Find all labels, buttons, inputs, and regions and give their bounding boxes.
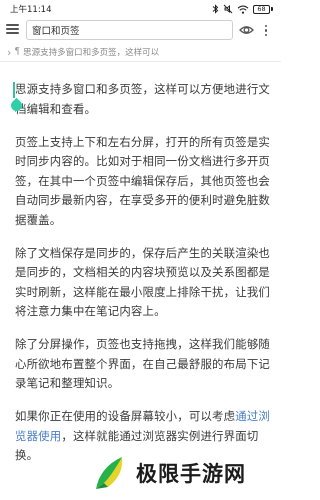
breadcrumb: › ¶ 思源支持多窗口和多页签，这样可以 bbox=[0, 44, 281, 60]
paragraph[interactable]: 思源支持多窗口和多页签，这样可以方便地进行文档编辑和查看。 bbox=[13, 80, 273, 119]
status-time: 上午11:14 bbox=[10, 5, 52, 15]
toolbar bbox=[0, 19, 281, 41]
paragraph[interactable]: 除了分屏操作，页签也支持拖拽，这样我们能够随心所欲地布置整个界面，在自己最舒服的… bbox=[15, 335, 273, 394]
watermark-text: 极限手游网 bbox=[136, 462, 246, 486]
paragraph[interactable]: 页签上支持上下和左右分屏，打开的所有页签是实时同步内容的。比如对于相同一份文档进… bbox=[15, 133, 273, 231]
paragraph[interactable]: 除了文档保存是同步的，保存后产生的关联渲染也是同步的，文档相关的内容块预览以及关… bbox=[15, 244, 273, 322]
wifi-icon bbox=[237, 5, 249, 14]
chevron-right-icon[interactable]: › bbox=[7, 47, 11, 58]
paragraph-icon: ¶ bbox=[14, 47, 21, 57]
battery-icon: 68 bbox=[253, 4, 273, 14]
breadcrumb-item[interactable]: 思源支持多窗口和多页签，这样可以 bbox=[23, 46, 159, 58]
divider bbox=[0, 61, 281, 62]
doc-title-input[interactable] bbox=[26, 20, 233, 40]
watermark-logo-icon bbox=[96, 457, 123, 489]
menu-icon[interactable] bbox=[6, 22, 20, 36]
watermark: 极限手游网 bbox=[90, 452, 275, 494]
status-bar: 上午11:14 68 bbox=[0, 0, 281, 18]
bluetooth-icon bbox=[212, 4, 219, 14]
battery-level: 68 bbox=[253, 4, 270, 14]
eye-icon[interactable] bbox=[239, 23, 254, 37]
paragraph-text: 如果你正在使用的设备屏幕较小，可以考虑 bbox=[15, 409, 236, 423]
status-icons: 68 bbox=[212, 4, 273, 14]
mute-icon bbox=[223, 4, 233, 14]
editor-content[interactable]: 思源支持多窗口和多页签，这样可以方便地进行文档编辑和查看。 页签上支持上下和左右… bbox=[13, 80, 273, 479]
more-vertical-icon[interactable] bbox=[262, 23, 270, 38]
